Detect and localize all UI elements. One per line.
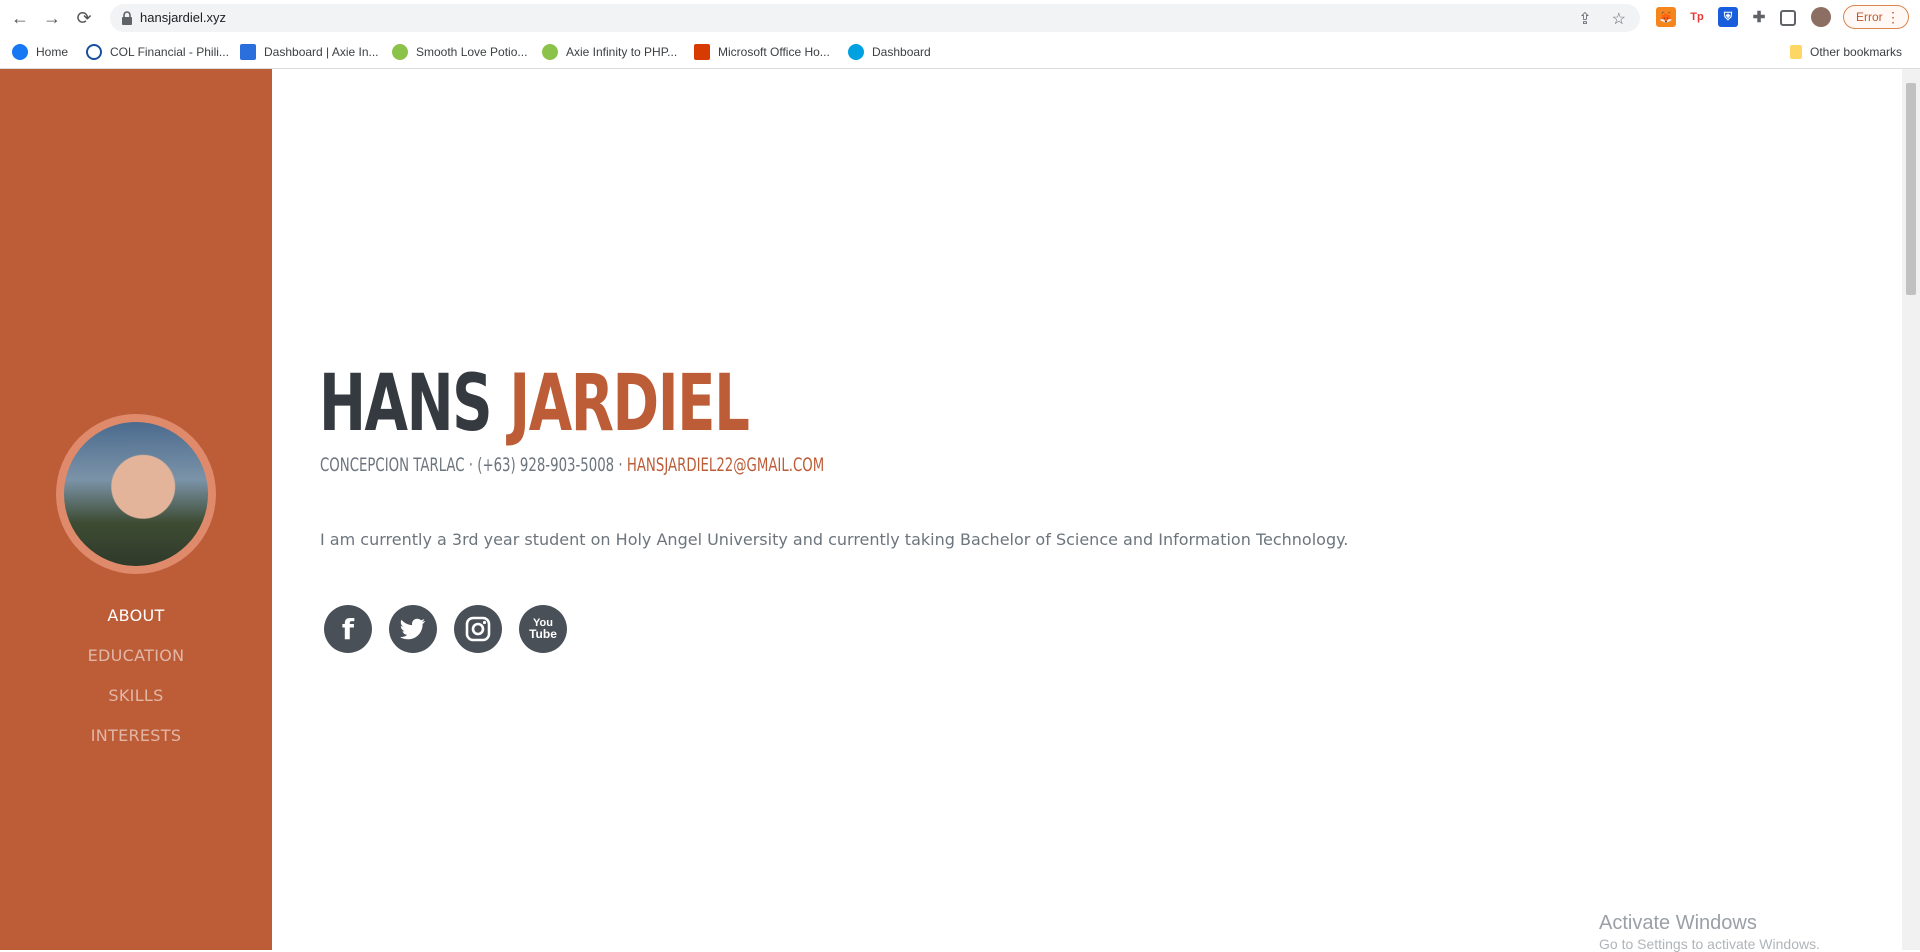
office-favicon-icon — [694, 44, 710, 60]
back-icon[interactable]: ← — [8, 6, 32, 30]
sidebar-nav: ABOUT EDUCATION SKILLS INTERESTS — [0, 596, 272, 756]
bookmark-label: Axie Infinity to PHP... — [566, 45, 678, 59]
youtube-button[interactable]: You Tube — [519, 605, 567, 653]
bookmark-label: Microsoft Office Ho... — [718, 45, 830, 59]
sidebar-item-education[interactable]: EDUCATION — [0, 636, 272, 676]
browser-toolbar: ← → ⟳ hansjardiel.xyz ⇪ ☆ 🦊 Tp ⛨ ✚ Error… — [0, 0, 1920, 36]
bookmark-salesforce-dashboard[interactable]: Dashboard — [848, 43, 931, 61]
reload-icon[interactable]: ⟳ — [72, 6, 96, 30]
scrollbar-thumb[interactable] — [1906, 83, 1916, 295]
address-bar[interactable]: hansjardiel.xyz ⇪ ☆ — [110, 4, 1640, 32]
axs-favicon-icon — [542, 44, 558, 60]
axie-favicon-icon — [240, 44, 256, 60]
activate-windows-title: Activate Windows — [1599, 912, 1757, 934]
extensions-puzzle-icon[interactable]: ✚ — [1749, 7, 1769, 27]
instagram-icon — [465, 616, 491, 642]
bookmark-microsoft-office[interactable]: Microsoft Office Ho... — [694, 43, 830, 61]
about-section: HANS JARDIEL CONCEPCION TARLAC · (+63) 9… — [272, 69, 1902, 952]
sidebar-item-interests[interactable]: INTERESTS — [0, 716, 272, 756]
bitwarden-extension-icon[interactable]: ⛨ — [1718, 7, 1738, 27]
sidebar-item-about[interactable]: ABOUT — [0, 596, 272, 636]
contact-info: CONCEPCION TARLAC · (+63) 928-903-5008 ·… — [320, 454, 824, 476]
folder-icon — [1790, 45, 1802, 59]
bookmark-star-icon[interactable]: ☆ — [1612, 9, 1626, 29]
youtube-icon: You Tube — [529, 616, 557, 641]
bookmark-label: Dashboard — [872, 45, 931, 59]
menu-dots-icon: ⋮ — [1886, 9, 1900, 25]
slp-favicon-icon — [392, 44, 408, 60]
email-link[interactable]: HANSJARDIEL22@GMAIL.COM — [627, 454, 824, 476]
first-name: HANS — [319, 359, 493, 449]
profile-avatar[interactable] — [1811, 7, 1831, 27]
url-text: hansjardiel.xyz — [140, 10, 226, 25]
profile-photo — [56, 414, 216, 574]
side-panel-icon[interactable] — [1780, 10, 1796, 26]
twitter-icon — [400, 618, 425, 640]
about-text: I am currently a 3rd year student on Hol… — [320, 530, 1349, 549]
other-bookmarks[interactable]: Other bookmarks — [1790, 43, 1902, 61]
scrollbar[interactable] — [1902, 69, 1920, 950]
bookmark-axie-dashboard[interactable]: Dashboard | Axie In... — [240, 43, 379, 61]
bookmarks-bar: Home COL Financial - Phili... Dashboard … — [0, 36, 1920, 69]
facebook-icon: f — [341, 612, 355, 646]
bookmark-label: Smooth Love Potio... — [416, 45, 528, 59]
bookmark-axie-to-php[interactable]: Axie Infinity to PHP... — [542, 43, 677, 61]
lock-icon — [122, 11, 132, 25]
facebook-favicon-icon — [12, 44, 28, 60]
tp-extension-icon[interactable]: Tp — [1687, 7, 1707, 27]
col-favicon-icon — [86, 44, 102, 60]
bookmark-label: COL Financial - Phili... — [110, 45, 229, 59]
last-name: JARDIEL — [509, 359, 750, 449]
sidebar: ABOUT EDUCATION SKILLS INTERESTS — [0, 69, 272, 950]
other-bookmarks-label: Other bookmarks — [1810, 45, 1903, 59]
share-icon[interactable]: ⇪ — [1578, 9, 1591, 29]
metamask-extension-icon[interactable]: 🦊 — [1656, 7, 1676, 27]
address-phone: CONCEPCION TARLAC · (+63) 928-903-5008 · — [320, 454, 627, 476]
error-button[interactable]: Error ⋮ — [1843, 5, 1909, 29]
bookmark-label: Dashboard | Axie In... — [264, 45, 379, 59]
instagram-button[interactable] — [454, 605, 502, 653]
error-label: Error — [1856, 10, 1883, 24]
bookmark-col-financial[interactable]: COL Financial - Phili... — [86, 43, 229, 61]
forward-icon[interactable]: → — [40, 6, 64, 30]
page-title: HANS JARDIEL — [319, 359, 750, 449]
facebook-button[interactable]: f — [324, 605, 372, 653]
bookmark-label: Home — [36, 45, 69, 59]
twitter-button[interactable] — [389, 605, 437, 653]
salesforce-favicon-icon — [848, 44, 864, 60]
profile-photo-image — [64, 422, 208, 566]
bookmark-home[interactable]: Home — [12, 43, 68, 61]
sidebar-item-skills[interactable]: SKILLS — [0, 676, 272, 716]
bookmark-smooth-love-potion[interactable]: Smooth Love Potio... — [392, 43, 527, 61]
